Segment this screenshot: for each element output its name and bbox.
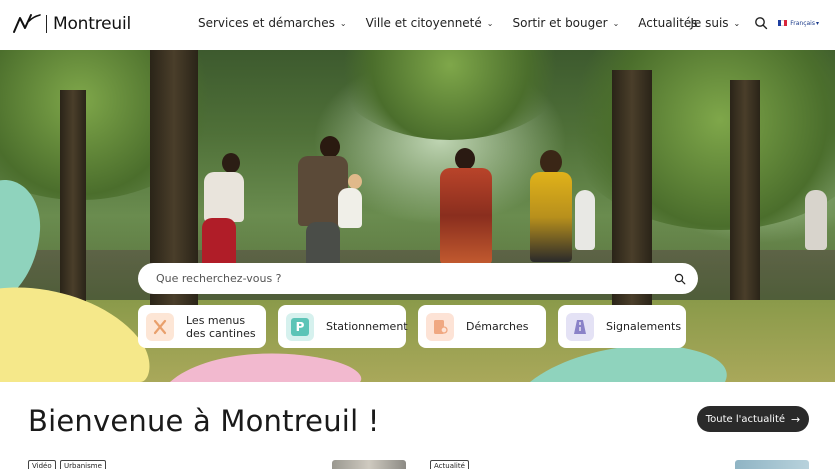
quick-link-cantines[interactable]: Les menus des cantines bbox=[138, 305, 266, 348]
language-selector[interactable]: Français ▾ bbox=[778, 20, 819, 27]
french-flag-icon bbox=[778, 20, 788, 26]
site-header: Montreuil Services et démarches ⌄ Ville … bbox=[0, 0, 835, 50]
quick-link-label-line2: des cantines bbox=[186, 326, 256, 340]
fork-knife-icon bbox=[146, 312, 174, 341]
news-thumbnail[interactable] bbox=[332, 460, 406, 469]
person-figure bbox=[204, 172, 244, 222]
logo-separator bbox=[46, 15, 47, 33]
search-input[interactable]: Que recherchez-vous ? bbox=[156, 272, 674, 285]
nav-actualites[interactable]: Actualités bbox=[638, 16, 697, 30]
nav-sortir[interactable]: Sortir et bouger ⌄ bbox=[512, 16, 619, 30]
nav-sortir-label: Sortir et bouger bbox=[512, 16, 608, 30]
site-logo[interactable]: Montreuil bbox=[12, 12, 131, 36]
person-figure bbox=[575, 190, 595, 250]
person-head bbox=[455, 148, 475, 170]
je-suis-label: Je suis bbox=[690, 16, 729, 30]
search-icon[interactable] bbox=[754, 16, 768, 30]
tree-trunk bbox=[730, 80, 760, 300]
logo-text: Montreuil bbox=[53, 14, 132, 34]
person-figure bbox=[440, 168, 492, 264]
header-tools: Je suis ⌄ Français ▾ bbox=[690, 16, 835, 30]
quick-link-label: Démarches bbox=[466, 320, 529, 333]
nav-actualites-label: Actualités bbox=[638, 16, 698, 30]
quick-link-label: Les menus des cantines bbox=[186, 314, 256, 340]
person-figure bbox=[338, 188, 362, 228]
main-nav: Services et démarches ⌄ Ville et citoyen… bbox=[198, 16, 698, 30]
montreuil-logo-icon bbox=[13, 14, 41, 33]
hero-banner: Que recherchez-vous ? Les menus des cant… bbox=[0, 50, 835, 382]
nav-ville-label: Ville et citoyenneté bbox=[365, 16, 482, 30]
person-figure bbox=[530, 172, 572, 262]
decorative-blob-yellow-left bbox=[0, 287, 150, 382]
road-icon bbox=[566, 312, 594, 341]
tag-video[interactable]: Vidéo bbox=[28, 460, 56, 469]
chevron-down-icon: ⌄ bbox=[486, 18, 494, 28]
quick-link-signalements[interactable]: Signalements bbox=[558, 305, 686, 348]
all-news-label: Toute l'actualité bbox=[705, 413, 786, 425]
caret-down-icon: ▾ bbox=[815, 19, 819, 27]
arrow-right-icon: → bbox=[791, 412, 801, 426]
search-icon[interactable] bbox=[674, 273, 686, 285]
person-figure bbox=[805, 190, 827, 250]
person-head bbox=[222, 153, 240, 173]
person-head bbox=[348, 174, 362, 189]
quick-link-demarches[interactable]: Démarches bbox=[418, 305, 546, 348]
person-head bbox=[320, 136, 340, 158]
chevron-down-icon: ⌄ bbox=[339, 18, 347, 28]
parking-icon: P bbox=[286, 312, 314, 341]
quick-link-label: Stationnement bbox=[326, 320, 408, 333]
person-head bbox=[540, 150, 562, 174]
quick-link-label-line1: Les menus bbox=[186, 313, 246, 327]
chevron-down-icon: ⌄ bbox=[612, 18, 620, 28]
chevron-down-icon: ⌄ bbox=[733, 18, 741, 28]
tag-actualite[interactable]: Actualité bbox=[430, 460, 469, 469]
language-label: Français bbox=[790, 19, 815, 27]
tree-canopy-decoration bbox=[560, 50, 835, 230]
person-figure bbox=[202, 218, 236, 268]
quick-link-label: Signalements bbox=[606, 320, 682, 333]
news-thumbnail[interactable] bbox=[735, 460, 809, 469]
nav-services[interactable]: Services et démarches ⌄ bbox=[198, 16, 347, 30]
je-suis-dropdown[interactable]: Je suis ⌄ bbox=[690, 16, 740, 30]
document-icon bbox=[426, 312, 454, 341]
nav-ville[interactable]: Ville et citoyenneté ⌄ bbox=[366, 16, 494, 30]
all-news-button[interactable]: Toute l'actualité → bbox=[697, 406, 809, 432]
search-bar[interactable]: Que recherchez-vous ? bbox=[138, 263, 698, 294]
decorative-blob-pink bbox=[170, 353, 362, 382]
tag-urbanisme[interactable]: Urbanisme bbox=[60, 460, 106, 469]
tree-canopy-decoration bbox=[330, 50, 570, 140]
nav-services-label: Services et démarches bbox=[198, 16, 335, 30]
page-title: Bienvenue à Montreuil ! bbox=[28, 404, 380, 438]
quick-link-stationnement[interactable]: P Stationnement bbox=[278, 305, 408, 348]
